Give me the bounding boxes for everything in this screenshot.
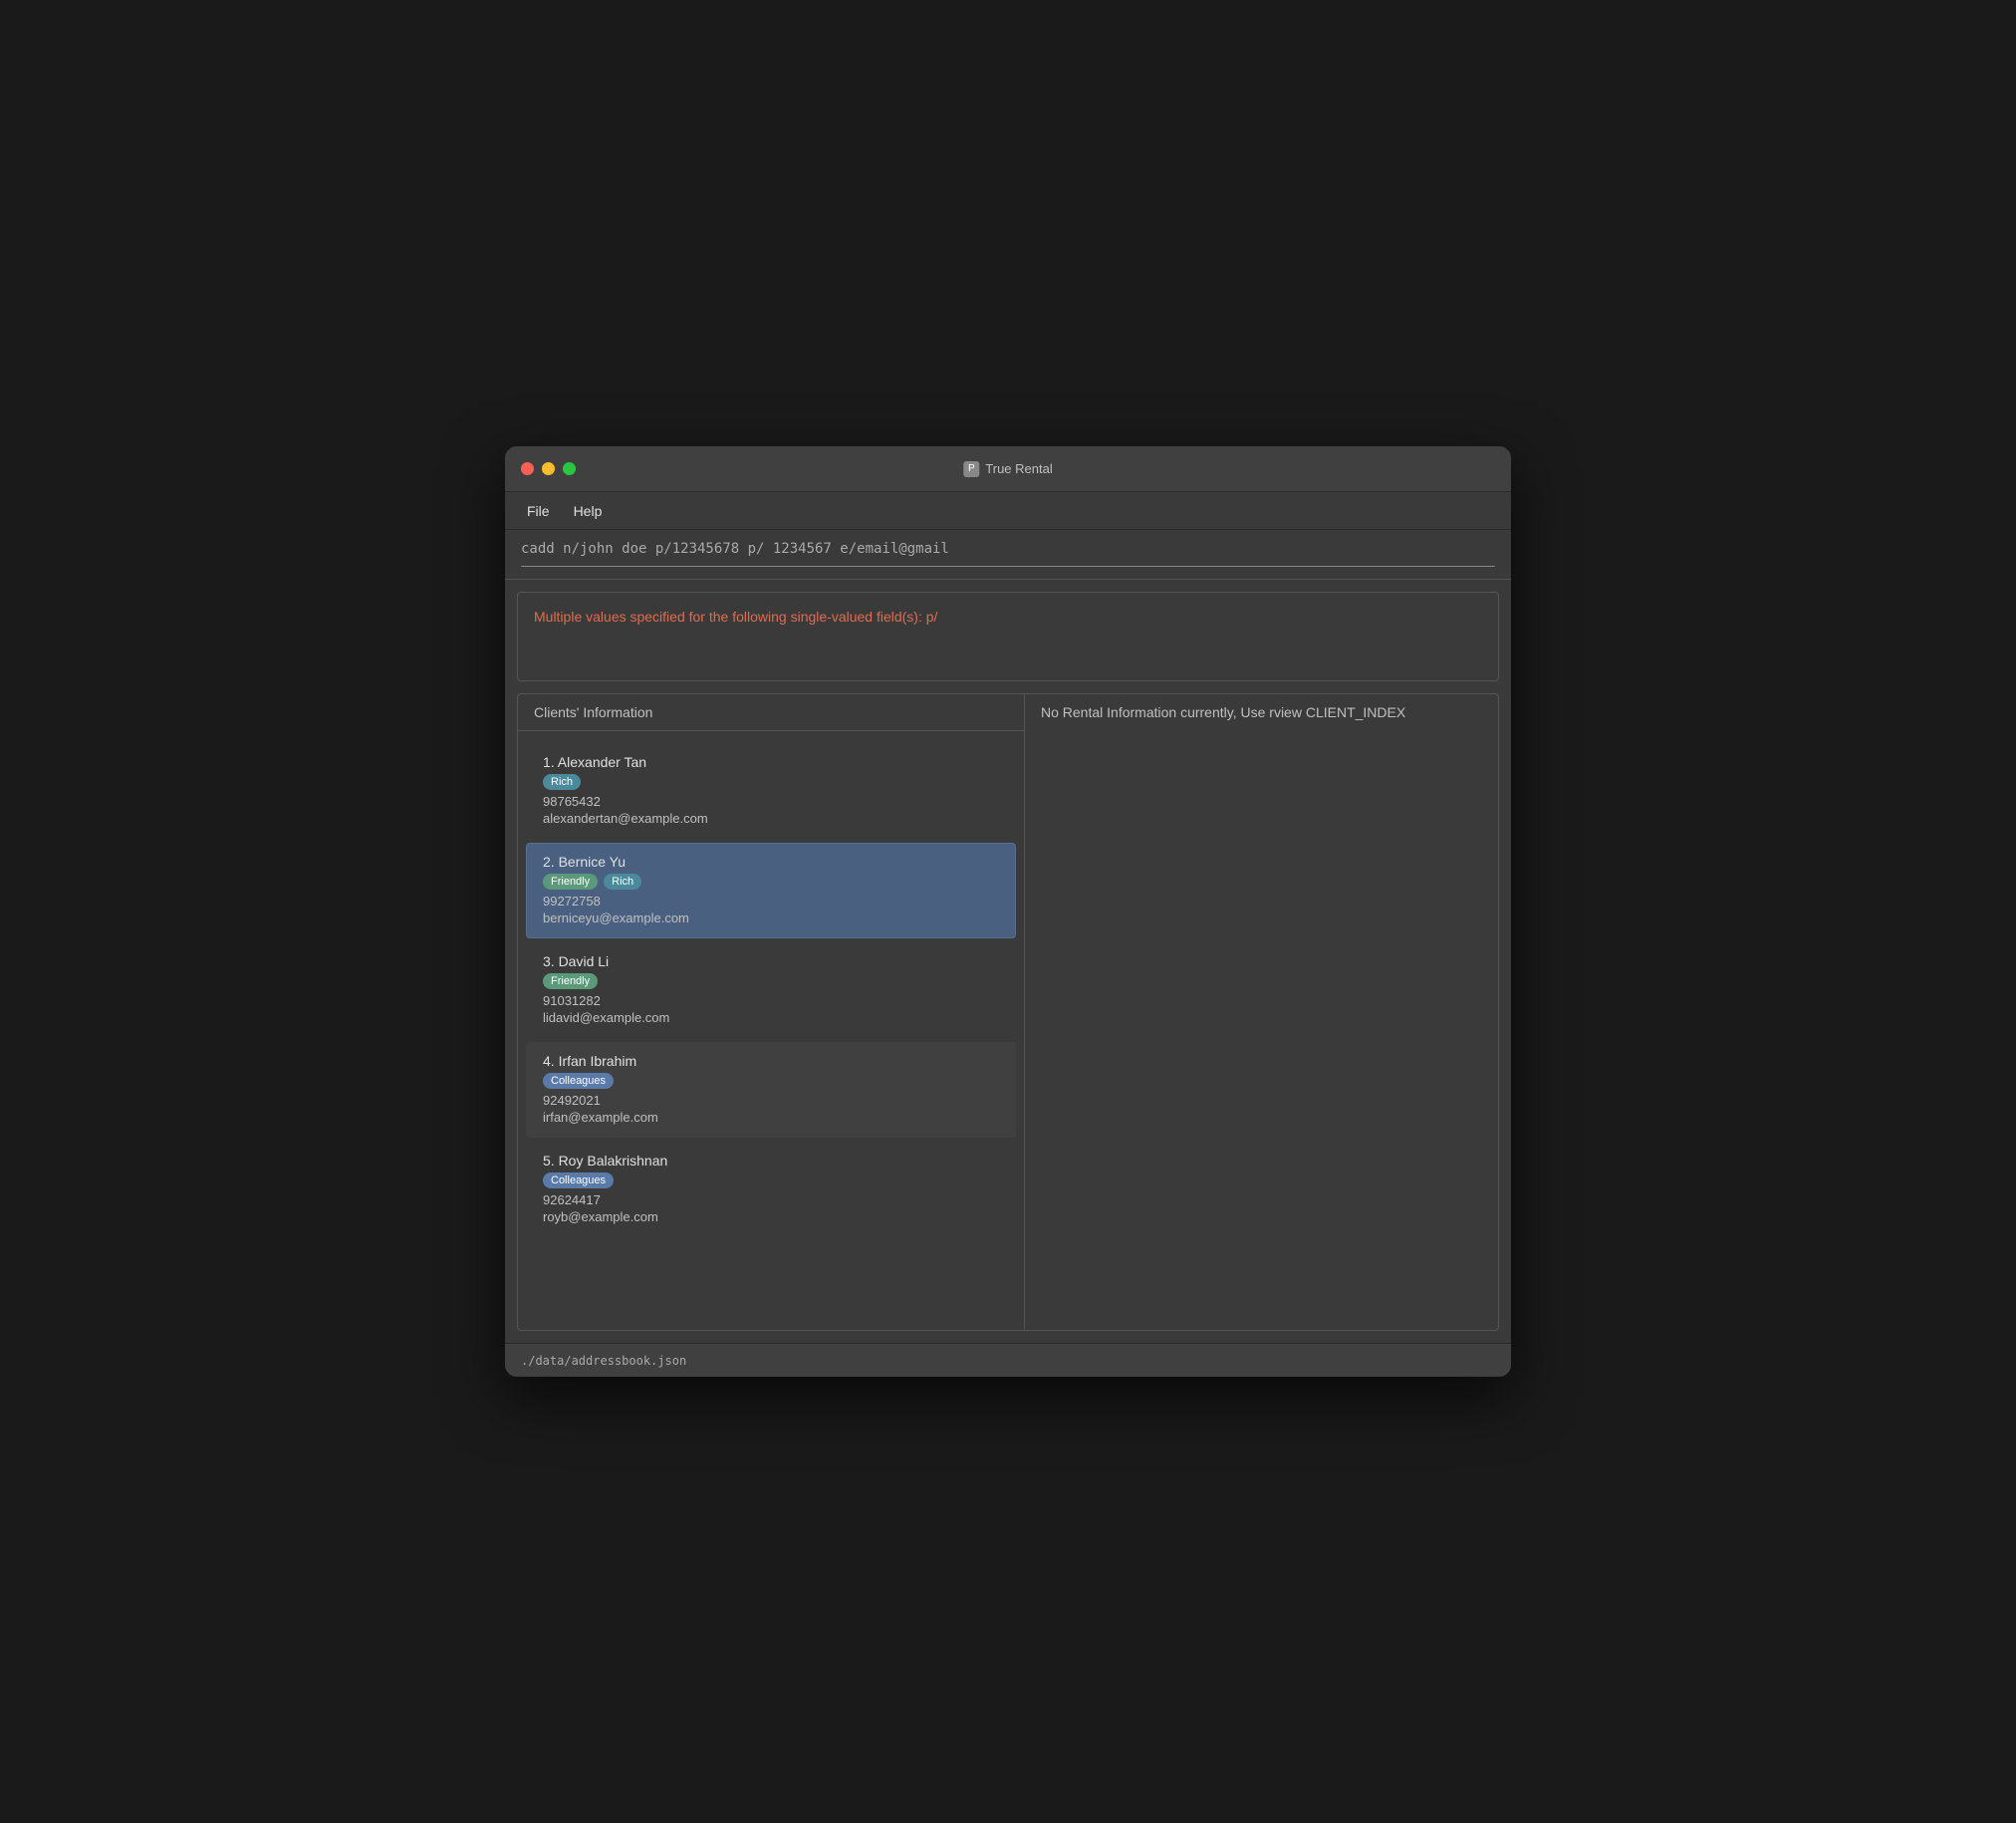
app-window: P True Rental File Help Multiple values … [505,446,1511,1377]
client-name: 5. Roy Balakrishnan [543,1153,999,1169]
window-title-area: P True Rental [963,461,1052,477]
client-tag: Friendly [543,874,598,890]
client-name: 4. Irfan Ibrahim [543,1053,999,1069]
close-button[interactable] [521,462,534,475]
client-name: 3. David Li [543,953,999,969]
client-tag: Colleagues [543,1073,614,1089]
client-phone: 99272758 [543,894,999,909]
command-area [505,530,1511,580]
client-email: irfan@example.com [543,1110,999,1125]
status-path: ./data/addressbook.json [521,1354,686,1368]
maximize-button[interactable] [563,462,576,475]
title-bar: P True Rental [505,446,1511,492]
client-tag: Rich [604,874,641,890]
status-bar: ./data/addressbook.json [505,1343,1511,1377]
client-phone: 92492021 [543,1093,999,1108]
client-card[interactable]: 5. Roy Balakrishnan Colleagues 92624417 roy… [526,1142,1016,1237]
client-tag: Colleagues [543,1172,614,1188]
client-email: lidavid@example.com [543,1010,999,1025]
main-content: Clients' Information 1. Alexander Tan Ric… [517,693,1499,1331]
error-area: Multiple values specified for the follow… [517,592,1499,681]
menu-help[interactable]: Help [564,499,613,523]
client-name: 2. Bernice Yu [543,854,999,870]
minimize-button[interactable] [542,462,555,475]
client-tags: Colleagues [543,1073,999,1089]
rental-panel: No Rental Information currently, Use rvi… [1025,693,1499,1331]
app-icon: P [963,461,979,477]
client-phone: 91031282 [543,993,999,1008]
clients-list[interactable]: 1. Alexander Tan Rich 98765432 alexandertan… [518,731,1024,1330]
client-tags: Friendly [543,973,999,989]
client-phone: 92624417 [543,1192,999,1207]
client-card[interactable]: 3. David Li Friendly 91031282 lidavid@examp… [526,942,1016,1038]
client-tags: Colleagues [543,1172,999,1188]
client-email: royb@example.com [543,1209,999,1224]
menu-bar: File Help [505,492,1511,530]
clients-panel-title: Clients' Information [518,694,1024,731]
rental-empty-message: No Rental Information currently, Use rvi… [1025,694,1498,730]
window-title: True Rental [985,461,1052,476]
client-tags: Friendly Rich [543,874,999,890]
client-email: alexandertan@example.com [543,811,999,826]
client-tags: Rich [543,774,999,790]
client-tag: Rich [543,774,581,790]
client-tag: Friendly [543,973,598,989]
error-message: Multiple values specified for the follow… [534,609,937,625]
clients-panel: Clients' Information 1. Alexander Tan Ric… [517,693,1025,1331]
client-name: 1. Alexander Tan [543,754,999,770]
menu-file[interactable]: File [517,499,560,523]
command-input[interactable] [521,541,1495,557]
client-phone: 98765432 [543,794,999,809]
client-card[interactable]: 2. Bernice Yu Friendly Rich 99272758 bernice… [526,843,1016,938]
client-card[interactable]: 4. Irfan Ibrahim Colleagues 92492021 irfan@… [526,1042,1016,1138]
client-email: berniceyu@example.com [543,911,999,925]
client-card[interactable]: 1. Alexander Tan Rich 98765432 alexandertan… [526,743,1016,839]
traffic-lights [521,462,576,475]
command-divider [521,566,1495,567]
